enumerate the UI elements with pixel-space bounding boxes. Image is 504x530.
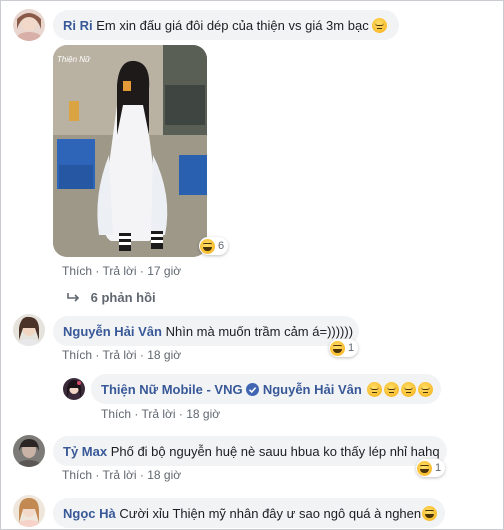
avatar-ty-max[interactable] <box>13 435 45 467</box>
view-replies-link[interactable]: 6 phản hồi <box>67 290 156 305</box>
replies-count-label: 6 phản hồi <box>90 290 156 305</box>
comment-bubble-ngoc-ha: Ngọc Hà Cười xỉu Thiện mỹ nhân đây ư sao… <box>53 498 445 528</box>
avatar-image <box>13 495 45 527</box>
photo-image <box>53 45 207 257</box>
comment-text: Nhìn mà muốn trầm cảm á=)))))) <box>165 324 354 339</box>
comment-actions: Thích · Trả lời · 18 giờ <box>62 348 182 362</box>
comment-author[interactable]: Ngọc Hà <box>63 506 116 521</box>
like-link[interactable]: Thích <box>62 468 92 482</box>
haha-emoji-icon <box>417 460 432 476</box>
comment-author[interactable]: Nguyễn Hải Vân <box>63 324 162 339</box>
comment-text: Cười xỉu Thiện mỹ nhân đây ư sao ngô quá… <box>119 506 422 521</box>
comment-actions: Thích · Trả lời · 18 giờ <box>62 468 182 482</box>
reply-link[interactable]: Trả lời <box>102 264 136 278</box>
comment-actions: Thích · Trả lời · 17 giờ <box>62 264 182 278</box>
comment-bubble-riri: Ri Ri Em xin đấu giá đôi dép của thiện v… <box>53 10 399 40</box>
avatar-image <box>63 378 85 400</box>
comment-actions: Thích · Trả lời · 18 giờ <box>101 407 221 421</box>
comment-text: Em xin đấu giá đôi dép của thiện vs giá … <box>96 18 369 33</box>
avatar-nguyen-hai-van[interactable] <box>13 314 45 346</box>
rofl-emoji-icon <box>422 506 438 521</box>
reaction-count: 1 <box>348 342 355 354</box>
avatar-image <box>13 314 45 346</box>
avatar-riri[interactable] <box>13 9 45 41</box>
pensive-emoji-icon <box>372 18 388 33</box>
verified-badge-icon <box>246 383 260 396</box>
pensive-emoji-icon <box>418 382 434 397</box>
avatar-ngoc-ha[interactable] <box>13 495 45 527</box>
like-link[interactable]: Thích <box>62 264 92 278</box>
avatar-image <box>13 9 45 41</box>
pensive-emoji-icon <box>401 382 417 397</box>
reply-link[interactable]: Trả lời <box>102 348 136 362</box>
comment-bubble-nguyen-hai-van: Nguyễn Hải Vân Nhìn mà muốn trầm cảm á=)… <box>53 316 359 346</box>
haha-emoji-icon <box>200 238 215 254</box>
photo-watermark: Thiện Nữ <box>57 55 91 64</box>
like-link[interactable]: Thích <box>62 348 92 362</box>
comment-bubble-thien-nu: Thiện Nữ Mobile - VNG Nguyễn Hải Vân <box>91 374 441 404</box>
comment-text: Phố đi bộ nguyễn huệ nè sauu hbua ko thấ… <box>110 444 440 459</box>
comment-bubble-ty-max: Tỷ Max Phố đi bộ nguyễn huệ nè sauu hbua… <box>53 436 447 466</box>
reaction-count: 6 <box>218 240 225 252</box>
timestamp[interactable]: 17 giờ <box>147 264 181 278</box>
reply-link[interactable]: Trả lời <box>141 407 175 421</box>
mention-tag[interactable]: Nguyễn Hải Vân <box>263 382 362 397</box>
timestamp[interactable]: 18 giờ <box>186 407 220 421</box>
pensive-emoji-icon <box>384 382 400 397</box>
like-link[interactable]: Thích <box>101 407 131 421</box>
avatar-image <box>13 435 45 467</box>
comment-author[interactable]: Thiện Nữ Mobile - VNG <box>101 382 243 397</box>
timestamp[interactable]: 18 giờ <box>147 468 181 482</box>
avatar-thien-nu-mobile[interactable] <box>63 378 85 400</box>
comment-author[interactable]: Tỷ Max <box>63 444 107 459</box>
comment-photo[interactable]: Thiện Nữ <box>53 45 207 257</box>
reaction-summary[interactable]: 1 <box>329 339 359 357</box>
reply-link[interactable]: Trả lời <box>102 468 136 482</box>
reply-arrow-icon <box>67 293 80 302</box>
timestamp[interactable]: 18 giờ <box>147 348 181 362</box>
reaction-summary[interactable]: 6 <box>199 237 229 255</box>
comment-author[interactable]: Ri Ri <box>63 18 93 33</box>
reaction-count: 1 <box>435 462 442 474</box>
reaction-summary[interactable]: 1 <box>416 459 446 477</box>
pensive-emoji-icon <box>367 382 383 397</box>
haha-emoji-icon <box>330 340 345 356</box>
